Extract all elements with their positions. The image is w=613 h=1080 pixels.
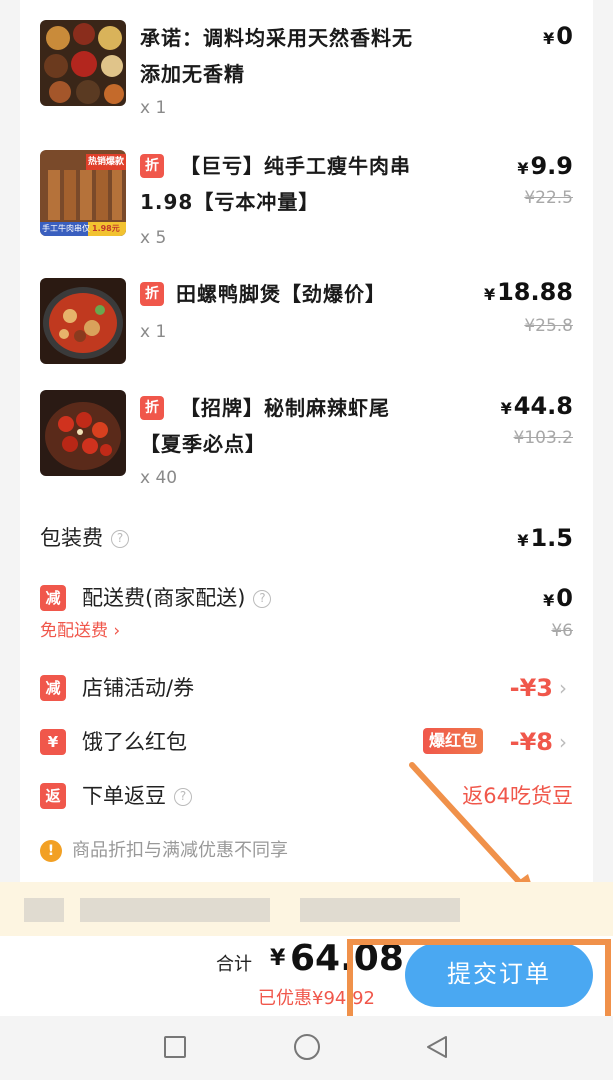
item-price-value: 0 [556, 22, 573, 50]
hongbao-tag: 爆红包 [422, 728, 483, 754]
total-label: 合计 [216, 954, 252, 975]
item-name-line1: 【招牌】秘制麻辣虾尾 [180, 396, 390, 420]
delivery-fee-label: 配送费(商家配送)? [82, 580, 272, 616]
order-card: 承诺：调料均采用天然香料无 添加无香精 x 1 ¥0 热销爆款 手工牛肉串仅 1… [20, 0, 593, 890]
discount-badge: 减 [40, 675, 66, 701]
back-icon[interactable] [424, 1034, 450, 1060]
thumb-caption-left: 手工牛肉串仅 [42, 224, 90, 233]
question-icon[interactable]: ? [174, 788, 192, 806]
item-price: ¥9.9 [517, 152, 573, 180]
list-item: 热销爆款 手工牛肉串仅 1.98元 折 【巨亏】纯手工瘦牛肉串 1.98【亏本冲… [40, 150, 573, 250]
yen-symbol: ¥ [517, 531, 529, 550]
item-price-value: 9.9 [530, 152, 573, 180]
discount-notice: ! 商品折扣与满减优惠不同享 [40, 834, 573, 868]
chevron-right-icon: › [113, 621, 121, 641]
total-yen: ¥ [270, 946, 286, 971]
notice-text: 商品折扣与满减优惠不同享 [72, 840, 288, 861]
blurred-text [80, 898, 270, 922]
packaging-fee-text: 包装费 [40, 526, 103, 550]
item-price-value: 18.88 [497, 278, 573, 306]
item-name-line2: 添加无香精 [140, 62, 245, 86]
beans-badge: 返 [40, 783, 66, 809]
item-price: ¥0 [543, 22, 573, 50]
hongbao-badge: ¥ [40, 729, 66, 755]
home-icon[interactable] [294, 1034, 320, 1060]
blurred-address-bar [0, 882, 613, 936]
beans-row: 返 下单返豆? 返64吃货豆 [40, 778, 573, 814]
list-item: 折 【招牌】秘制麻辣虾尾 【夏季必点】 x 40 ¥44.8 ¥103.2 [40, 390, 573, 500]
item-price: ¥18.88 [484, 278, 573, 306]
warning-icon: ! [40, 840, 62, 862]
item-original-price: ¥22.5 [524, 188, 573, 208]
packaging-fee-value: ¥1.5 [517, 520, 573, 559]
yen-symbol: ¥ [500, 399, 512, 418]
saved-amount: 已优惠¥94.92 [258, 988, 375, 1009]
delivery-original-fee: ¥6 [551, 621, 573, 641]
item-name: 【巨亏】纯手工瘦牛肉串 1.98【亏本冲量】 [140, 148, 411, 220]
total-value: 64.08 [290, 938, 404, 979]
recent-apps-icon[interactable] [164, 1036, 186, 1058]
list-item: 折 田螺鸭脚煲【劲爆价】 x 1 ¥18.88 ¥25.8 [40, 278, 573, 378]
delivery-fee-amount: 0 [556, 584, 573, 612]
hongbao-label: 饿了么红包 [82, 730, 187, 754]
item-price-value: 44.8 [513, 392, 573, 420]
packaging-fee-amount: 1.5 [530, 524, 573, 552]
item-price: ¥44.8 [501, 392, 573, 420]
item-name: 承诺：调料均采用天然香料无 添加无香精 [140, 20, 413, 92]
thumb-caption-top: 热销爆款 [88, 157, 125, 167]
item-thumbnail-spices [40, 20, 126, 106]
yen-symbol: ¥ [483, 285, 496, 304]
system-nav-bar [0, 1016, 613, 1080]
item-name-line1: 田螺鸭脚煲【劲爆价】 [176, 282, 386, 306]
yen-symbol: ¥ [517, 159, 529, 178]
beans-text: 下单返豆 [82, 784, 166, 808]
item-qty: x 1 [140, 98, 167, 118]
beans-label: 下单返豆? [82, 778, 192, 814]
item-thumbnail-pot [40, 278, 126, 364]
store-discount-label: 店铺活动/券 [82, 676, 195, 700]
discount-badge: 减 [40, 585, 66, 611]
chevron-right-icon: › [559, 676, 567, 700]
beans-value: 返64吃货豆 [462, 784, 573, 808]
item-name-line1: 【巨亏】纯手工瘦牛肉串 [180, 154, 411, 178]
store-discount-row[interactable]: 减 店铺活动/券 -¥3 › [40, 670, 573, 706]
item-name-line1: 承诺：调料均采用天然香料无 [140, 26, 413, 50]
list-item: 承诺：调料均采用天然香料无 添加无香精 x 1 ¥0 [40, 20, 573, 130]
item-name-line2: 【夏季必点】 [140, 432, 266, 456]
item-qty: x 5 [140, 228, 167, 248]
free-delivery-text: 免配送费 [40, 621, 108, 641]
item-name: 田螺鸭脚煲【劲爆价】 [140, 276, 386, 312]
delivery-fee-text: 配送费(商家配送) [82, 586, 246, 610]
item-thumbnail-skewers: 热销爆款 手工牛肉串仅 1.98元 [40, 150, 126, 236]
item-original-price: ¥103.2 [513, 428, 573, 448]
thumb-caption-right: 1.98元 [92, 224, 120, 233]
blurred-text [24, 898, 64, 922]
item-name-line2: 1.98【亏本冲量】 [140, 190, 320, 214]
packaging-fee-row: 包装费? ¥1.5 [40, 520, 573, 556]
hongbao-row[interactable]: ¥ 饿了么红包 爆红包 -¥8 › [40, 724, 573, 760]
packaging-fee-label: 包装费? [40, 520, 129, 556]
blurred-text [300, 898, 460, 922]
yen-symbol: ¥ [543, 29, 555, 48]
item-qty: x 40 [140, 468, 178, 488]
free-delivery-link[interactable]: 免配送费 › [40, 616, 120, 646]
item-qty: x 1 [140, 322, 167, 342]
free-delivery-row[interactable]: 免配送费 › ¥6 [40, 616, 573, 646]
store-discount-value: -¥3 [509, 674, 553, 702]
delivery-fee-row: 减 配送费(商家配送)? ¥0 [40, 580, 573, 616]
chevron-right-icon: › [559, 730, 567, 754]
hongbao-value: -¥8 [509, 728, 553, 756]
item-thumbnail-crayfish [40, 390, 126, 476]
item-original-price: ¥25.8 [524, 316, 573, 336]
yen-symbol: ¥ [543, 591, 555, 610]
submit-order-button[interactable]: 提交订单 [405, 943, 593, 1007]
item-name: 【招牌】秘制麻辣虾尾 【夏季必点】 [140, 390, 390, 462]
question-icon[interactable]: ? [253, 590, 272, 608]
question-icon[interactable]: ? [111, 530, 129, 548]
delivery-fee-value: ¥0 [543, 580, 573, 619]
